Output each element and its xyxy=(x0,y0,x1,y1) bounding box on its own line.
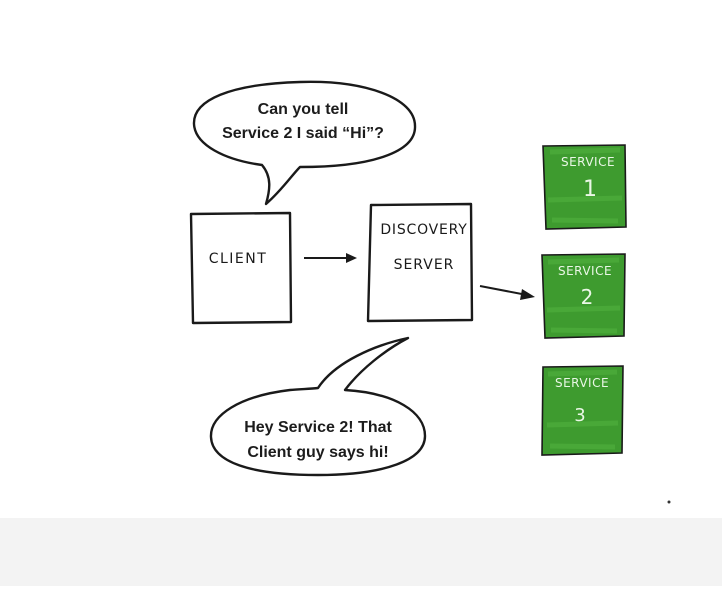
service-2-label: SERVICE xyxy=(558,264,612,278)
service-1-label: SERVICE xyxy=(561,155,615,169)
arrow-discovery-to-service-2 xyxy=(479,285,535,300)
client-node: CLIENT xyxy=(189,211,293,325)
client-box xyxy=(189,211,293,325)
service-3-number: 3 xyxy=(574,405,585,426)
client-question-bubble: Can you tell Service 2 I said “Hi”? xyxy=(192,80,417,206)
discovery-server-label-line-1: DISCOVERY xyxy=(380,222,467,238)
arrow-line xyxy=(479,285,528,296)
arrow-client-to-discovery xyxy=(304,253,357,263)
discovery-server-label-line-2: SERVER xyxy=(394,257,455,273)
diagram-svg: Can you tell Service 2 I said “Hi”? CLIE… xyxy=(189,80,671,504)
service-1-number: 1 xyxy=(583,177,597,202)
server-reply-line-2: Client guy says hi! xyxy=(247,444,388,461)
arrow-head xyxy=(520,289,535,300)
stray-dot xyxy=(667,500,671,504)
client-question-line-1: Can you tell xyxy=(258,101,349,118)
diagram-canvas: Can you tell Service 2 I said “Hi”? CLIE… xyxy=(0,0,722,586)
bottom-band xyxy=(0,518,722,586)
server-reply-line-1: Hey Service 2! That xyxy=(244,419,392,436)
server-reply-bubble: Hey Service 2! That Client guy says hi! xyxy=(209,336,427,477)
service-3-label: SERVICE xyxy=(555,376,609,390)
arrow-head xyxy=(346,253,357,263)
service-3-node: SERVICE 3 xyxy=(541,365,624,456)
service-2-number: 2 xyxy=(581,285,594,309)
client-question-line-2: Service 2 I said “Hi”? xyxy=(222,125,384,142)
client-label: CLIENT xyxy=(209,251,268,267)
service-2-node: SERVICE 2 xyxy=(541,253,626,339)
discovery-server-node: DISCOVERY SERVER xyxy=(366,202,474,323)
service-1-node: SERVICE 1 xyxy=(542,144,627,230)
